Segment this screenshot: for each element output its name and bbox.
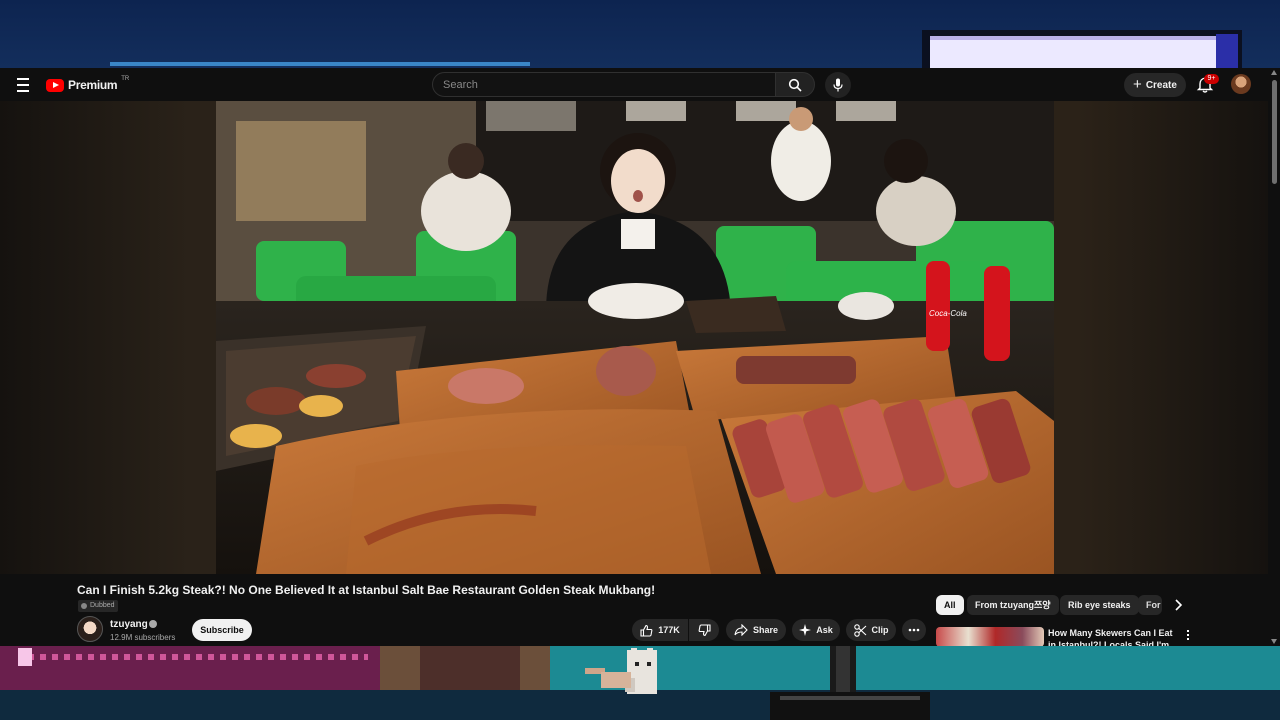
like-count: 177K bbox=[658, 625, 680, 635]
like-button[interactable]: 177K bbox=[632, 619, 688, 641]
pixel-signpost-icon bbox=[770, 646, 930, 720]
thumbs-up-icon bbox=[640, 624, 653, 637]
more-horizontal-icon bbox=[908, 628, 920, 632]
search-box bbox=[432, 72, 776, 97]
channel-name[interactable]: tzuyang bbox=[110, 619, 148, 630]
thumbs-down-icon bbox=[698, 623, 711, 636]
dubbed-badge: Dubbed bbox=[78, 600, 118, 612]
subscriber-count: 12.9M subscribers bbox=[110, 633, 176, 642]
voice-search-button[interactable] bbox=[825, 72, 851, 98]
channel-avatar[interactable] bbox=[77, 616, 103, 642]
share-label: Share bbox=[752, 625, 778, 635]
desktop-pixel-panel bbox=[922, 30, 1242, 68]
video-frame: Coca-Cola bbox=[216, 101, 1054, 574]
coke-label: Coca-Cola bbox=[929, 309, 967, 318]
ask-button[interactable]: Ask bbox=[792, 619, 840, 641]
desktop-pixel-strip bbox=[0, 646, 380, 690]
page-scrollbar[interactable] bbox=[1268, 68, 1280, 646]
logo-text: Premium bbox=[68, 78, 118, 92]
desktop-blue-bar bbox=[110, 62, 530, 66]
desktop-background-top bbox=[0, 0, 1280, 68]
notification-badge: 9+ bbox=[1204, 74, 1219, 84]
masthead: Premium TR + Create 9+ bbox=[0, 68, 1280, 101]
subscribe-button[interactable]: Subscribe bbox=[192, 619, 252, 641]
chip-for-you[interactable]: For bbox=[1138, 595, 1162, 615]
recommended-video-thumbnail[interactable] bbox=[936, 627, 1044, 646]
chevron-right-icon[interactable] bbox=[1170, 597, 1186, 613]
scroll-down-arrow[interactable] bbox=[1271, 639, 1277, 644]
account-avatar[interactable] bbox=[1231, 74, 1251, 94]
menu-icon[interactable] bbox=[12, 74, 34, 96]
scroll-up-arrow[interactable] bbox=[1271, 70, 1277, 75]
chip-rib-eye-steaks[interactable]: Rib eye steaks bbox=[1060, 595, 1139, 615]
mic-icon bbox=[833, 78, 843, 92]
scissors-icon bbox=[853, 623, 866, 637]
share-button[interactable]: Share bbox=[726, 619, 786, 641]
share-icon bbox=[734, 624, 748, 636]
search-icon bbox=[788, 78, 802, 92]
dislike-button[interactable] bbox=[689, 619, 719, 641]
clip-label: Clip bbox=[871, 625, 889, 635]
create-button[interactable]: + Create bbox=[1124, 73, 1186, 97]
youtube-window: Premium TR + Create 9+ bbox=[0, 68, 1280, 646]
video-title: Can I Finish 5.2kg Steak?! No One Believ… bbox=[77, 583, 656, 597]
plus-icon: + bbox=[1133, 76, 1142, 93]
clip-button[interactable]: Clip bbox=[846, 619, 896, 641]
search-input[interactable] bbox=[433, 73, 775, 96]
recommended-video-title[interactable]: How Many Skewers Can I Eat in Istanbul?!… bbox=[1048, 627, 1180, 646]
logo-region: TR bbox=[121, 76, 130, 82]
search-button[interactable] bbox=[775, 72, 815, 97]
ask-label: Ask bbox=[816, 625, 833, 635]
youtube-logo[interactable]: Premium TR bbox=[46, 76, 130, 93]
scrollbar-thumb[interactable] bbox=[1272, 80, 1277, 184]
chip-from-channel[interactable]: From tzuyang쯔양 bbox=[967, 595, 1059, 615]
chip-all[interactable]: All bbox=[936, 595, 964, 615]
video-player[interactable]: Coca-Cola bbox=[216, 101, 1054, 574]
sparkle-icon bbox=[799, 624, 812, 636]
desktop-background-bottom bbox=[0, 646, 1280, 720]
pixel-cat-icon bbox=[585, 648, 657, 694]
more-actions-button[interactable] bbox=[902, 619, 926, 641]
more-vertical-icon[interactable] bbox=[1182, 628, 1194, 642]
youtube-logo-icon bbox=[46, 78, 64, 92]
verified-icon bbox=[149, 620, 157, 628]
create-label: Create bbox=[1145, 79, 1177, 91]
